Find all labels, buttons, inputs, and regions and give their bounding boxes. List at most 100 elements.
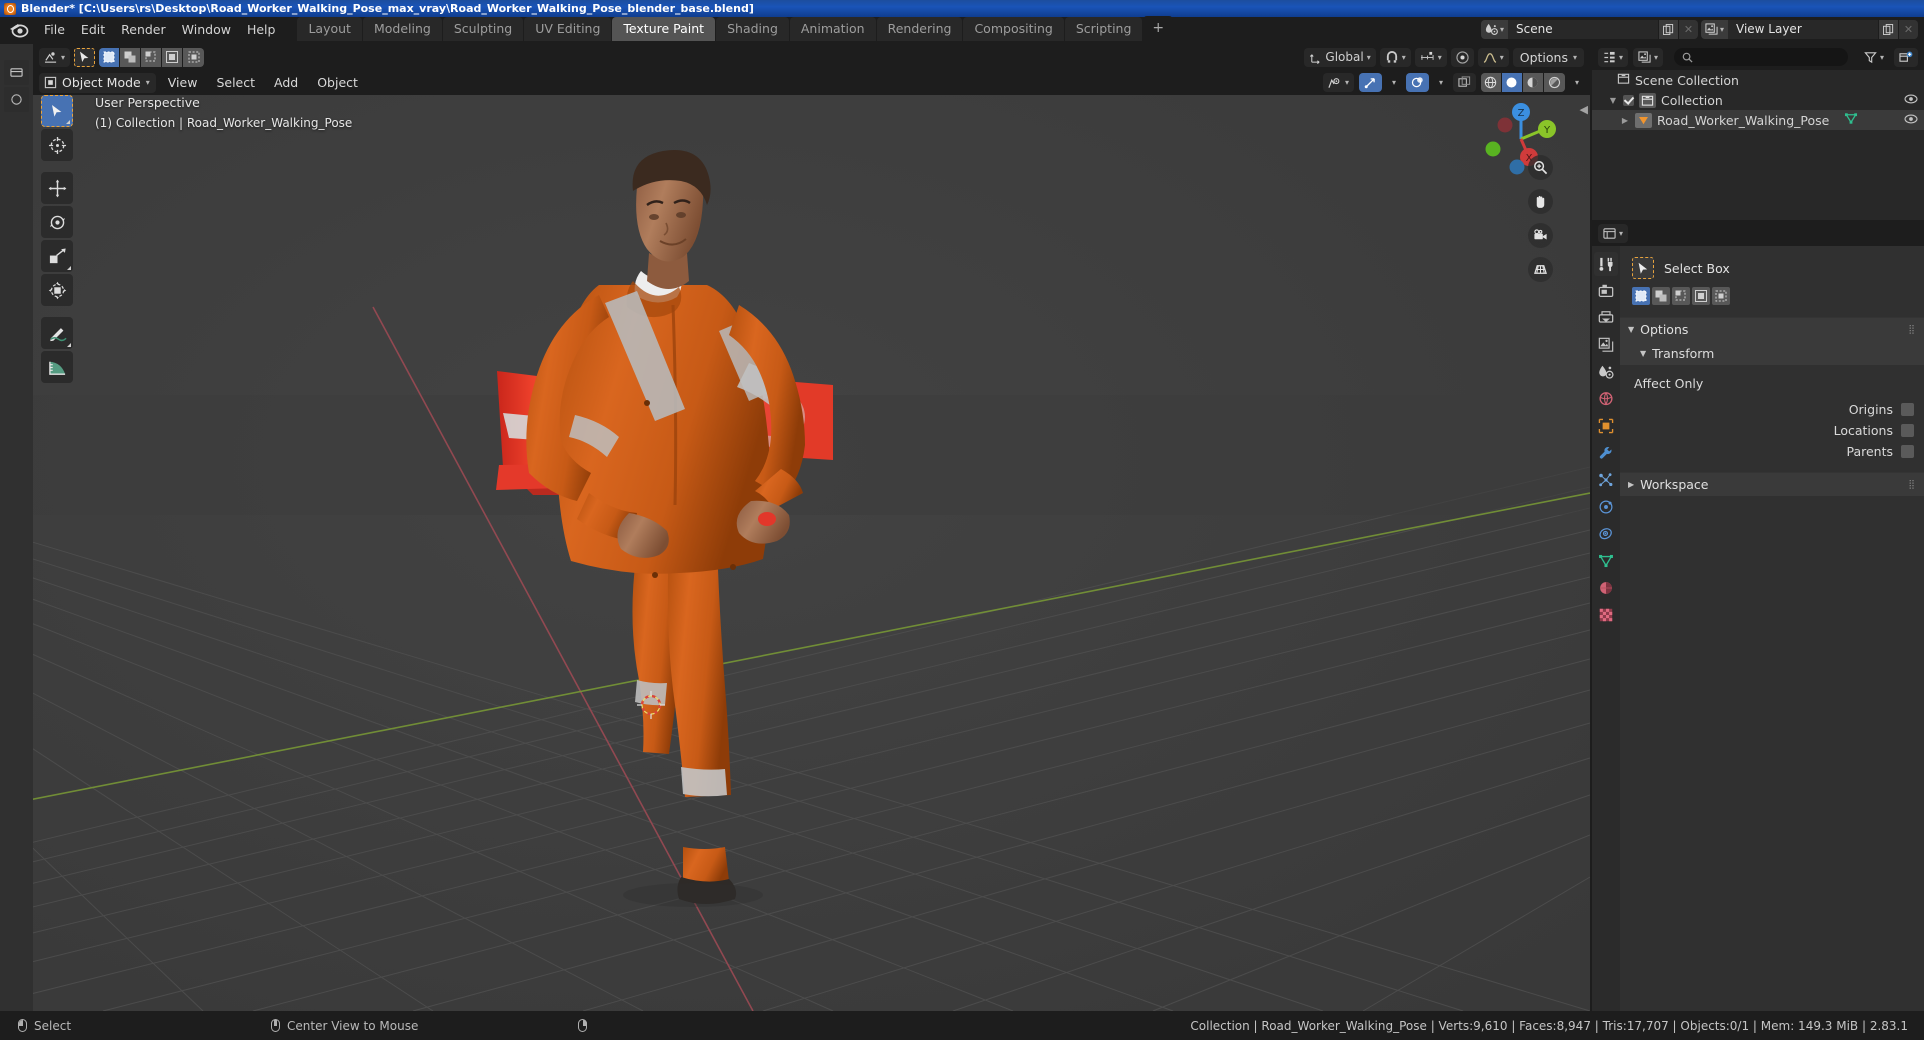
visibility-eye-icon[interactable] bbox=[1904, 93, 1918, 108]
menu-help[interactable]: Help bbox=[239, 19, 284, 40]
tool-cursor[interactable] bbox=[41, 129, 73, 161]
scene-icon[interactable]: ▾ bbox=[1480, 19, 1508, 39]
tool-measure[interactable] bbox=[41, 351, 73, 383]
viewport-menu-add[interactable]: Add bbox=[267, 73, 305, 92]
tab-texture-paint[interactable]: Texture Paint bbox=[612, 17, 716, 41]
properties-editor-type-icon[interactable]: ▾ bbox=[1598, 223, 1629, 243]
outliner-search-input[interactable] bbox=[1674, 48, 1848, 66]
panel-header-options[interactable]: ▼ Options ⣿ bbox=[1620, 317, 1924, 341]
row-origins[interactable]: Origins bbox=[1620, 399, 1924, 420]
tab-modeling[interactable]: Modeling bbox=[362, 17, 442, 41]
properties-tab-physics[interactable] bbox=[1594, 495, 1618, 519]
editor-type-icon[interactable] bbox=[4, 60, 29, 85]
view-layer-selector[interactable]: ▾ View Layer ✕ bbox=[1700, 19, 1918, 39]
show-gizmo-button[interactable] bbox=[1358, 73, 1382, 92]
tool-mode-intersect[interactable] bbox=[1712, 287, 1730, 305]
tool-mode-subtract[interactable] bbox=[1672, 287, 1690, 305]
outliner-new-collection-icon[interactable] bbox=[1894, 47, 1918, 67]
row-locations[interactable]: Locations bbox=[1620, 420, 1924, 441]
scene-new-button[interactable] bbox=[1657, 19, 1678, 39]
properties-tab-particles[interactable] bbox=[1594, 468, 1618, 492]
visibility-eye-icon[interactable] bbox=[1904, 113, 1918, 128]
properties-tab-world[interactable] bbox=[1594, 387, 1618, 411]
transform-orientation-selector[interactable]: Global ▾ bbox=[1304, 47, 1376, 67]
interaction-mode-selector[interactable]: Object Mode ▾ bbox=[39, 72, 156, 93]
tool-move[interactable] bbox=[41, 172, 73, 204]
shading-dropdown[interactable]: ▾ bbox=[1570, 73, 1584, 92]
properties-tab-modifiers[interactable] bbox=[1594, 441, 1618, 465]
left-strip-tool-icon[interactable] bbox=[4, 87, 29, 112]
properties-tab-tool[interactable] bbox=[1594, 252, 1618, 276]
shading-wireframe[interactable] bbox=[1480, 73, 1502, 92]
outliner-display-mode-icon[interactable]: ▾ bbox=[1598, 47, 1629, 67]
panel-header-workspace[interactable]: ▶ Workspace ⣿ bbox=[1620, 472, 1924, 496]
blender-logo-icon[interactable] bbox=[8, 20, 30, 38]
select-mode-extend[interactable] bbox=[120, 47, 142, 67]
select-mode-intersect[interactable] bbox=[183, 47, 205, 67]
tab-layout[interactable]: Layout bbox=[297, 17, 362, 41]
active-tool-cursor-icon[interactable] bbox=[74, 47, 96, 67]
snap-magnet-button[interactable]: ▾ bbox=[1379, 47, 1411, 67]
zoom-icon[interactable] bbox=[1528, 155, 1553, 180]
subpanel-header-transform[interactable]: ▼ Transform bbox=[1620, 341, 1924, 365]
view-layer-icon[interactable]: ▾ bbox=[1700, 19, 1728, 39]
outliner-row-road-worker[interactable]: ▶ Road_Worker_Walking_Pose bbox=[1592, 110, 1924, 130]
select-mode-invert[interactable] bbox=[162, 47, 184, 67]
tab-uv-editing[interactable]: UV Editing bbox=[524, 17, 612, 41]
scene-selector[interactable]: ▾ Scene ✕ bbox=[1480, 19, 1698, 39]
snap-settings-button[interactable]: ▾ bbox=[1414, 47, 1447, 67]
properties-tab-material[interactable] bbox=[1594, 576, 1618, 600]
outliner-view-layer-icon[interactable]: ▾ bbox=[1633, 47, 1664, 67]
select-mode-subtract[interactable] bbox=[141, 47, 163, 67]
tool-mode-invert[interactable] bbox=[1692, 287, 1710, 305]
shading-solid[interactable] bbox=[1501, 73, 1523, 92]
tab-compositing[interactable]: Compositing bbox=[963, 17, 1064, 41]
tool-mode-set[interactable] bbox=[1632, 287, 1650, 305]
properties-tab-view-layer[interactable] bbox=[1594, 333, 1618, 357]
tab-shading[interactable]: Shading bbox=[716, 17, 789, 41]
tab-animation[interactable]: Animation bbox=[789, 17, 876, 41]
proportional-editing-button[interactable] bbox=[1450, 47, 1474, 67]
scene-unlink-button[interactable]: ✕ bbox=[1677, 19, 1698, 39]
tool-mode-extend[interactable] bbox=[1652, 287, 1670, 305]
row-parents[interactable]: Parents bbox=[1620, 441, 1924, 462]
show-overlays-dropdown[interactable]: ▾ bbox=[1434, 73, 1448, 92]
tab-rendering[interactable]: Rendering bbox=[876, 17, 963, 41]
menu-edit[interactable]: Edit bbox=[73, 19, 113, 40]
menu-file[interactable]: File bbox=[36, 19, 73, 40]
sidebar-toggle-arrow-icon[interactable]: ◀ bbox=[1580, 103, 1588, 116]
tool-transform[interactable] bbox=[41, 274, 73, 306]
properties-tab-scene[interactable] bbox=[1594, 360, 1618, 384]
viewport-menu-object[interactable]: Object bbox=[310, 73, 365, 92]
properties-tab-constraints[interactable] bbox=[1594, 522, 1618, 546]
properties-tab-output[interactable] bbox=[1594, 306, 1618, 330]
add-workspace-button[interactable]: + bbox=[1143, 16, 1174, 41]
properties-tab-texture[interactable] bbox=[1594, 603, 1618, 627]
mesh-data-icon[interactable] bbox=[1844, 112, 1858, 128]
outliner-row-collection[interactable]: ▼ Collection bbox=[1592, 90, 1924, 110]
tool-scale[interactable] bbox=[41, 240, 73, 272]
view-layer-name[interactable]: View Layer bbox=[1728, 22, 1878, 36]
select-mode-set[interactable] bbox=[99, 47, 121, 67]
checkbox-origins[interactable] bbox=[1901, 403, 1914, 416]
view-layer-new-button[interactable] bbox=[1878, 19, 1898, 39]
pan-hand-icon[interactable] bbox=[1528, 189, 1553, 214]
show-overlays-button[interactable] bbox=[1405, 73, 1429, 92]
collection-exclude-checkbox[interactable] bbox=[1623, 94, 1634, 106]
tab-sculpting[interactable]: Sculpting bbox=[442, 17, 524, 41]
properties-tab-object[interactable] bbox=[1594, 414, 1618, 438]
viewport-menu-view[interactable]: View bbox=[161, 73, 205, 92]
editor-type-selector[interactable]: ▾ bbox=[39, 47, 71, 67]
disclosure-triangle-icon[interactable]: ▼ bbox=[1608, 96, 1618, 105]
viewport-menu-select[interactable]: Select bbox=[209, 73, 262, 92]
menu-render[interactable]: Render bbox=[113, 19, 174, 40]
toggle-xray-button[interactable] bbox=[1452, 73, 1476, 92]
show-gizmo-dropdown[interactable]: ▾ bbox=[1387, 73, 1401, 92]
object-type-visibility-button[interactable]: ▾ bbox=[1322, 73, 1354, 92]
ortho-persp-icon[interactable] bbox=[1528, 257, 1553, 282]
tab-scripting[interactable]: Scripting bbox=[1064, 17, 1143, 41]
tool-annotate[interactable] bbox=[41, 317, 73, 349]
tool-select-box[interactable] bbox=[41, 95, 73, 127]
shading-material-preview[interactable] bbox=[1522, 73, 1544, 92]
shading-rendered[interactable] bbox=[1543, 73, 1565, 92]
